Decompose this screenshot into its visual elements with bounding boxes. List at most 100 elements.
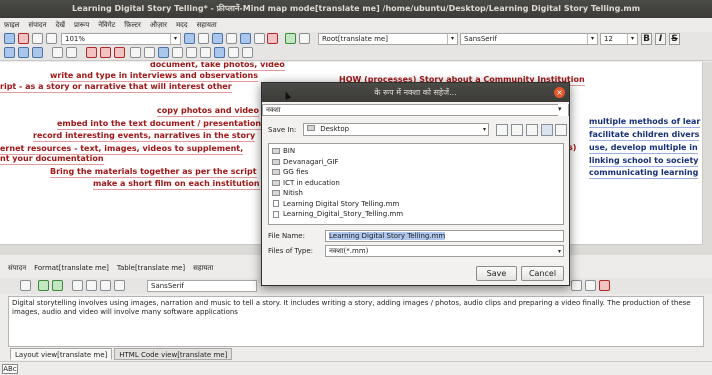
arrow-right-icon[interactable] (46, 33, 57, 44)
print-icon[interactable] (20, 280, 31, 291)
file-name-input[interactable]: Learning Digital Story Telling.mm (325, 230, 564, 242)
paste-special-icon[interactable] (114, 280, 125, 291)
mindmap-node[interactable]: communicating learning (589, 168, 699, 179)
home-folder-icon[interactable] (511, 124, 523, 136)
italic-icon[interactable] (585, 280, 596, 291)
list-item[interactable]: Learning Digital Story Telling.mm (272, 199, 560, 210)
connector-icon[interactable] (130, 47, 141, 58)
export-icon[interactable] (240, 33, 251, 44)
details-view-icon[interactable] (555, 124, 567, 136)
mindmap-node[interactable]: nt your documentation (0, 154, 104, 165)
note-menu-format[interactable]: Format[translate me] (34, 264, 109, 273)
menu-tools[interactable]: औज़ार (150, 21, 167, 30)
redo-icon[interactable] (52, 280, 63, 291)
mindmap-node[interactable]: multiple methods of lear (589, 117, 701, 128)
mindmap-node[interactable]: ript - as a story or narrative that will… (0, 82, 232, 93)
font-family-select[interactable]: SansSerif ▾ (460, 33, 598, 45)
undo-icon[interactable] (285, 33, 296, 44)
arrange-icon[interactable] (214, 47, 225, 58)
bubble-icon[interactable] (186, 47, 197, 58)
up-folder-icon[interactable] (496, 124, 508, 136)
save-in-select[interactable]: Desktop ▾ (303, 123, 489, 136)
mindmap-node[interactable]: document, take photos, video (150, 62, 285, 71)
cloud-icon[interactable] (52, 47, 63, 58)
bold-button[interactable]: B (641, 33, 652, 45)
paste-icon[interactable] (100, 280, 111, 291)
list-item[interactable]: Nitish (272, 188, 560, 199)
redo-icon[interactable] (299, 33, 310, 44)
note-editor-textarea[interactable]: Digital storytelling involves using imag… (8, 296, 704, 347)
edge-style-icon[interactable] (66, 47, 77, 58)
menu-support[interactable]: सहायता (197, 21, 217, 30)
list-item[interactable]: BIN (272, 146, 560, 157)
node-color-icon[interactable] (158, 47, 169, 58)
mindmap-node[interactable]: record interesting events, narratives in… (33, 131, 256, 142)
strikethrough-button[interactable]: S (669, 33, 680, 45)
list-view-icon[interactable] (541, 124, 553, 136)
close-icon[interactable] (18, 33, 29, 44)
text-color-icon[interactable] (599, 280, 610, 291)
font-size-select[interactable]: 12 ▾ (600, 33, 638, 45)
dialog-top-combo[interactable]: नक्शा ▾ (262, 104, 569, 116)
new-folder-icon[interactable] (526, 124, 538, 136)
mindmap-node[interactable]: write and type in interviews and observa… (50, 71, 258, 82)
node-style-select[interactable]: Root[translate me] ▾ (318, 33, 458, 45)
canvas-vertical-scrollbar[interactable] (702, 62, 712, 245)
link-icon[interactable] (114, 47, 125, 58)
menu-file[interactable]: फ़ाइल (4, 21, 19, 30)
mindmap-node[interactable]: make a short film on each institution (93, 179, 260, 190)
list-item[interactable]: GG fies (272, 167, 560, 178)
menu-filter[interactable]: फ़िल्टर (124, 21, 141, 30)
note-font-select[interactable]: SansSerif (147, 280, 257, 292)
close-icon[interactable]: × (554, 87, 565, 98)
list-item[interactable]: Learning_Digital_Story_Telling.mm (272, 209, 560, 220)
align-center-icon[interactable] (18, 47, 29, 58)
list-item[interactable]: ICT in education (272, 178, 560, 189)
note-menu-help[interactable]: सहायता (193, 264, 213, 273)
undo-icon[interactable] (38, 280, 49, 291)
undo-filter-icon[interactable] (212, 33, 223, 44)
align-right-icon[interactable] (32, 47, 43, 58)
attributes-icon[interactable] (228, 47, 239, 58)
tab-layout-view[interactable]: Layout view[translate me] (10, 348, 113, 360)
italic-button[interactable]: I (655, 33, 666, 45)
note-menu-edit[interactable]: संपादन (8, 264, 26, 273)
fork-icon[interactable] (200, 47, 211, 58)
arrow-left-icon[interactable] (32, 33, 43, 44)
cut-icon[interactable] (72, 280, 83, 291)
save-button[interactable]: Save (476, 266, 517, 281)
menu-help[interactable]: मदद (176, 21, 188, 30)
file-list[interactable]: BIN Devanagari_GIF GG fies ICT in educat… (268, 143, 564, 225)
align-left-icon[interactable] (4, 47, 15, 58)
delete-icon[interactable] (267, 33, 278, 44)
cut-icon[interactable] (100, 47, 111, 58)
filter-edit-icon[interactable] (198, 33, 209, 44)
list-item[interactable]: Devanagari_GIF (272, 157, 560, 168)
notes-icon[interactable] (242, 47, 253, 58)
menu-edit[interactable]: संपादन (28, 21, 46, 30)
menu-format[interactable]: प्रारूप (74, 21, 89, 30)
save-icon[interactable] (226, 33, 237, 44)
filter-icon[interactable] (184, 33, 195, 44)
print-icon[interactable] (254, 33, 265, 44)
mindmap-node[interactable]: copy photos and video (157, 106, 259, 117)
menu-navigate[interactable]: नेविगेट (98, 21, 115, 30)
shape-icon[interactable] (172, 47, 183, 58)
remove-node-icon[interactable] (86, 47, 97, 58)
files-of-type-select[interactable]: नक्शा(*.mm) ▾ (325, 245, 564, 257)
mindmap-node[interactable]: facilitate children divers (589, 130, 700, 141)
copy-icon[interactable] (86, 280, 97, 291)
bold-icon[interactable] (571, 280, 582, 291)
mindmap-node[interactable]: use, develop multiple in (589, 143, 698, 154)
note-menu-table[interactable]: Table[translate me] (117, 264, 185, 273)
menu-view[interactable]: देखें (56, 21, 65, 30)
cancel-button[interactable]: Cancel (521, 266, 564, 281)
tab-html-code-view[interactable]: HTML Code view[translate me] (114, 348, 233, 360)
new-map-icon[interactable] (4, 33, 15, 44)
spellcheck-icon[interactable]: ABc (2, 364, 18, 374)
mindmap-node[interactable]: Bring the materials together as per the … (50, 167, 257, 178)
mindmap-node[interactable]: linking school to society (589, 156, 699, 167)
zoom-select[interactable]: 101% ▾ (61, 33, 181, 45)
remove-icon-icon[interactable] (144, 47, 155, 58)
mindmap-node[interactable]: embed into the text document / presentat… (57, 119, 262, 130)
